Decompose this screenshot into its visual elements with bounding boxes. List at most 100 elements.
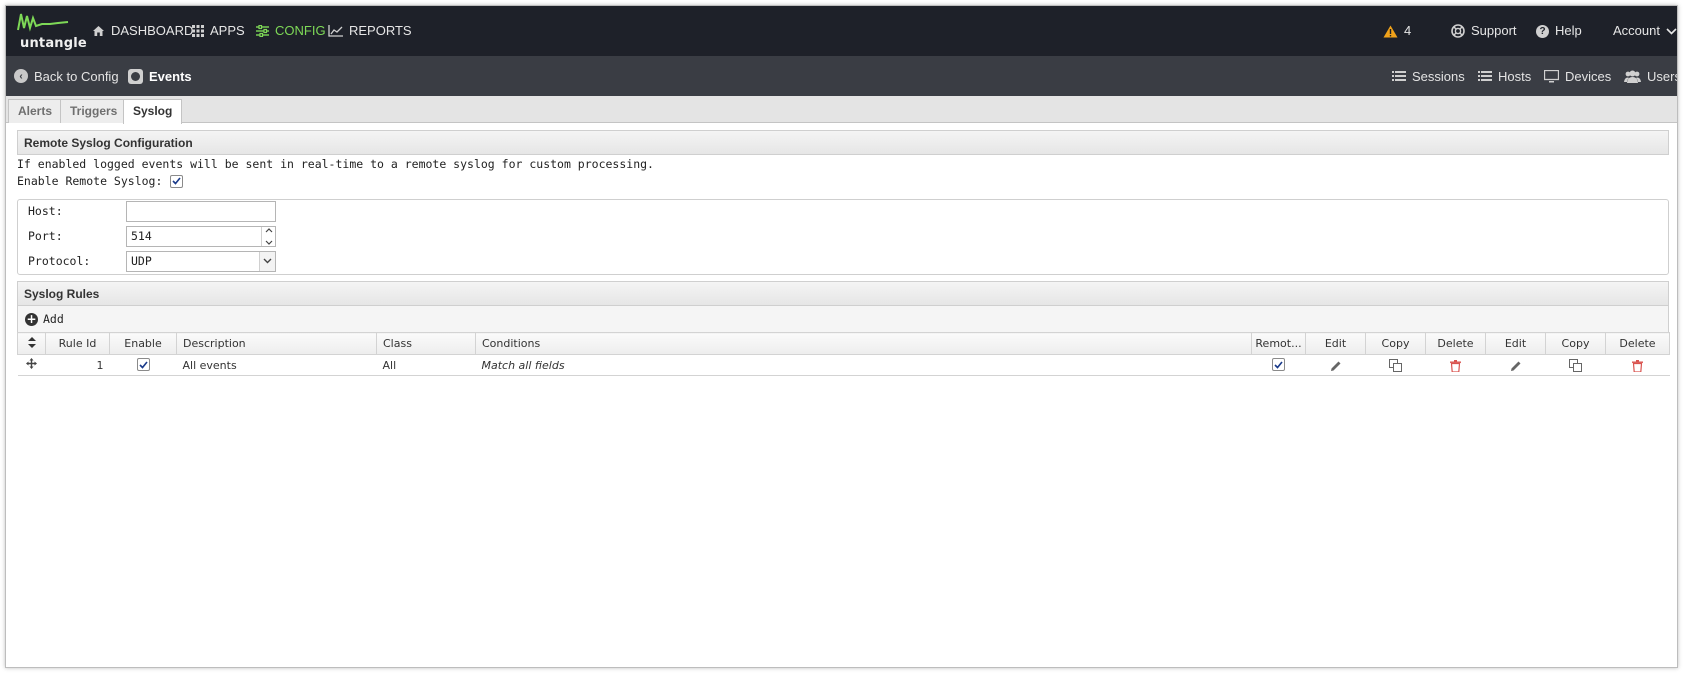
users-link[interactable]: Users (1624, 56, 1678, 96)
brand-name: untangle (20, 36, 87, 51)
port-row: Port: 514 (28, 225, 276, 247)
trash-icon[interactable] (1450, 359, 1461, 372)
warning-icon (1383, 25, 1398, 37)
rule-enable-checkbox[interactable] (136, 358, 150, 372)
enable-remote-syslog-row: Enable Remote Syslog: (17, 173, 183, 189)
hosts-label: Hosts (1498, 68, 1532, 84)
delete-cell (1425, 354, 1486, 376)
tab-bar: Alerts Triggers Syslog (6, 96, 1677, 124)
table-header-row: Rule Id Enable Description Class Conditi… (17, 332, 1670, 355)
nav-config-label: CONFIG (275, 23, 326, 38)
port-input[interactable]: 514 (126, 225, 276, 247)
drag-column-header[interactable] (17, 332, 46, 355)
lifebuoy-icon (1451, 24, 1465, 38)
protocol-select[interactable]: UDP (126, 250, 276, 272)
support-link[interactable]: Support (1451, 6, 1517, 56)
enable-cell (109, 354, 177, 376)
column-header-copy[interactable]: Copy (1365, 332, 1426, 355)
pencil-icon[interactable] (1330, 360, 1342, 372)
help-label: Help (1555, 23, 1582, 38)
help-link[interactable]: ? Help (1536, 6, 1582, 56)
support-label: Support (1471, 23, 1517, 38)
rule-id-cell: 1 (45, 354, 110, 376)
syslog-rules-title: Syslog Rules (17, 281, 1669, 306)
pencil-icon[interactable] (1510, 360, 1522, 372)
line-chart-icon (328, 25, 343, 37)
class-cell: All (376, 354, 476, 376)
nav-dashboard[interactable]: DASHBOARD (92, 6, 193, 56)
sliders-icon (256, 25, 269, 37)
syslog-server-fieldset: Host: Port: 514 Protocol: UDP (17, 199, 1669, 275)
description-cell: All events (176, 354, 377, 376)
trash-icon[interactable] (1632, 359, 1643, 372)
devices-link[interactable]: Devices (1544, 56, 1611, 96)
conditions-cell: Match all fields (475, 354, 1252, 376)
column-header-rule-id[interactable]: Rule Id (45, 332, 110, 355)
host-row: Host: (28, 200, 276, 222)
tab-alerts[interactable]: Alerts (8, 99, 63, 123)
column-header-description[interactable]: Description (176, 332, 377, 355)
copy-icon[interactable] (1569, 358, 1582, 372)
column-header-delete[interactable]: Delete (1425, 332, 1486, 355)
column-header-remote[interactable]: Remot... (1251, 332, 1306, 355)
column-header-conditions[interactable]: Conditions (475, 332, 1252, 355)
current-page-events: Events (128, 56, 192, 96)
sessions-label: Sessions (1412, 68, 1465, 84)
drag-handle[interactable] (17, 354, 46, 376)
protocol-label: Protocol: (28, 254, 91, 268)
port-label: Port: (28, 229, 63, 243)
home-icon (93, 26, 104, 36)
enable-remote-syslog-checkbox[interactable] (170, 174, 183, 188)
remote-cell (1251, 354, 1306, 376)
delete-cell-2 (1605, 354, 1670, 376)
back-to-config-link[interactable]: ‹ Back to Config (14, 56, 119, 96)
list-icon (1392, 71, 1406, 81)
chevron-down-icon[interactable] (265, 240, 273, 245)
edit-cell (1305, 354, 1366, 376)
nav-reports-label: REPORTS (349, 23, 412, 38)
copy-cell-2 (1545, 354, 1606, 376)
account-menu[interactable]: Account (1613, 6, 1677, 56)
nav-apps-label: APPS (210, 23, 245, 38)
column-header-edit-2[interactable]: Edit (1485, 332, 1546, 355)
sessions-link[interactable]: Sessions (1392, 56, 1465, 96)
nav-dashboard-label: DASHBOARD (111, 23, 194, 38)
port-stepper[interactable] (261, 226, 275, 246)
column-header-copy-2[interactable]: Copy (1545, 332, 1606, 355)
table-row[interactable]: 1 All events All Match all fields (17, 354, 1670, 376)
dropdown-trigger[interactable] (259, 251, 275, 271)
protocol-row: Protocol: UDP (28, 250, 276, 272)
copy-icon[interactable] (1389, 358, 1402, 372)
column-header-delete-2[interactable]: Delete (1605, 332, 1670, 355)
alerts-indicator[interactable]: 4 (1383, 6, 1411, 56)
sort-icon (27, 336, 36, 348)
edit-cell-2 (1485, 354, 1546, 376)
rule-remote-checkbox[interactable] (1272, 358, 1285, 372)
nav-config[interactable]: CONFIG (256, 6, 326, 56)
grid-icon (192, 25, 204, 37)
chevron-up-icon[interactable] (265, 227, 273, 233)
column-header-enable[interactable]: Enable (109, 332, 177, 355)
untangle-logo[interactable]: untangle (16, 10, 87, 54)
nav-reports[interactable]: REPORTS (328, 6, 412, 56)
add-rule-button[interactable]: Add (43, 312, 64, 326)
nav-apps[interactable]: APPS (192, 6, 245, 56)
hosts-link[interactable]: Hosts (1478, 56, 1531, 96)
users-label: Users (1647, 68, 1678, 84)
plus-circle-icon[interactable]: + (25, 312, 38, 326)
enable-remote-syslog-label: Enable Remote Syslog: (17, 174, 163, 188)
alerts-count: 4 (1404, 23, 1412, 38)
tab-syslog[interactable]: Syslog (123, 99, 183, 124)
tab-triggers[interactable]: Triggers (60, 99, 128, 123)
help-icon: ? (1536, 24, 1549, 38)
move-icon (26, 358, 37, 369)
port-value: 514 (131, 228, 152, 243)
column-header-edit[interactable]: Edit (1305, 332, 1366, 355)
column-header-class[interactable]: Class (376, 332, 476, 355)
host-label: Host: (28, 204, 63, 218)
events-icon (128, 68, 143, 84)
host-input[interactable] (126, 200, 276, 222)
rules-toolbar: + Add (17, 306, 1669, 332)
list-icon (1478, 71, 1492, 81)
syslog-rules-table: Rule Id Enable Description Class Conditi… (17, 332, 1670, 376)
